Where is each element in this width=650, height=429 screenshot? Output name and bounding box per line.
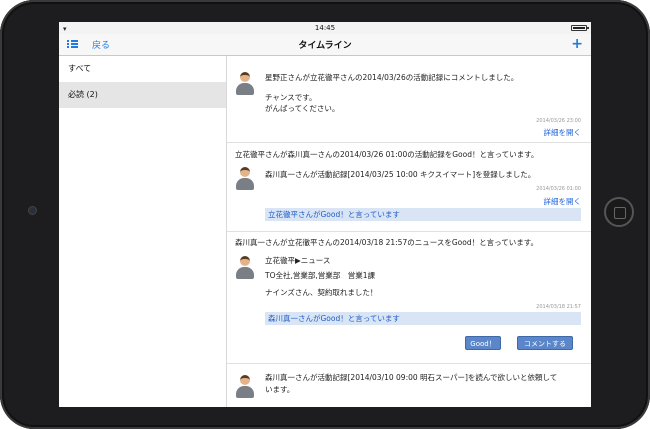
list-item: 森川真一さんが立花徹平さんの2014/03/18 21:57のニュースをGood…	[227, 232, 591, 364]
comment-button[interactable]: コメントする	[517, 336, 573, 350]
front-camera	[28, 206, 37, 215]
entry-text: 森川真一さんが活動記録[2014/03/10 09:00 明石スーパー]を読んで…	[265, 373, 558, 382]
timestamp: 2014/03/18 21:57	[536, 304, 581, 310]
page-title: タイムライン	[298, 41, 352, 51]
good-bar: 立花徹平さんがGood！と言っています	[265, 208, 581, 221]
entry-text: 星野正さんが立花徹平さんの2014/03/26の活動記録にコメントしました。	[265, 73, 519, 82]
sidebar-item-all[interactable]: すべて	[59, 56, 226, 82]
avatar	[235, 166, 255, 190]
entry-text: います。	[265, 385, 295, 394]
nav-bar: 戻る タイムライン +	[59, 34, 591, 56]
timestamp: 2014/03/26 01:00	[536, 186, 581, 192]
comment-text: チャンスです。	[265, 93, 317, 102]
list-item: 立花徹平さんが森川真一さんの2014/03/26 01:00の活動記録をGood…	[227, 143, 591, 232]
good-button[interactable]: Good！	[465, 336, 501, 350]
avatar	[235, 374, 255, 398]
comment-text: がんばってください。	[265, 104, 340, 113]
list-item: 星野正さんが立花徹平さんの2014/03/26の活動記録にコメントしました。 チ…	[227, 56, 591, 143]
app-screen: ▾ 14:45 戻る タイムライン + すべて 必読 (2) 星野正さんが立花徹…	[59, 22, 591, 407]
status-time: 14:45	[314, 24, 336, 32]
news-org: TO全社,営業部,営業部 営業1課	[265, 271, 376, 280]
open-details-link[interactable]: 詳細を開く	[544, 127, 582, 138]
news-author: 立花徹平▶ニュース	[265, 256, 331, 265]
avatar	[235, 255, 255, 279]
list-item: 森川真一さんが活動記録[2014/03/10 09:00 明石スーパー]を読んで…	[227, 364, 591, 407]
news-body: ナインズさん、契約取れました！	[265, 288, 378, 297]
timestamp: 2014/03/26 23:00	[536, 118, 581, 124]
open-details-link[interactable]: 詳細を開く	[544, 196, 582, 207]
battery-icon	[571, 25, 589, 31]
entry-text: 森川真一さんが活動記録[2014/03/25 10:00 キクスイマート]を登録…	[265, 170, 536, 179]
home-button[interactable]	[604, 197, 634, 227]
plus-icon[interactable]: +	[571, 36, 583, 52]
avatar	[235, 71, 255, 95]
good-bar: 森川真一さんがGood！と言っています	[265, 312, 581, 325]
entry-header: 立花徹平さんが森川真一さんの2014/03/26 01:00の活動記録をGood…	[235, 150, 539, 159]
timeline-feed: 星野正さんが立花徹平さんの2014/03/26の活動記録にコメントしました。 チ…	[227, 56, 591, 407]
sidebar-item-must-read[interactable]: 必読 (2)	[59, 82, 226, 108]
entry-header: 森川真一さんが立花徹平さんの2014/03/18 21:57のニュースをGood…	[235, 238, 538, 247]
status-bar: ▾ 14:45	[59, 22, 591, 34]
tablet-frame: ▾ 14:45 戻る タイムライン + すべて 必読 (2) 星野正さんが立花徹…	[0, 0, 650, 429]
sidebar: すべて 必読 (2)	[59, 56, 227, 407]
